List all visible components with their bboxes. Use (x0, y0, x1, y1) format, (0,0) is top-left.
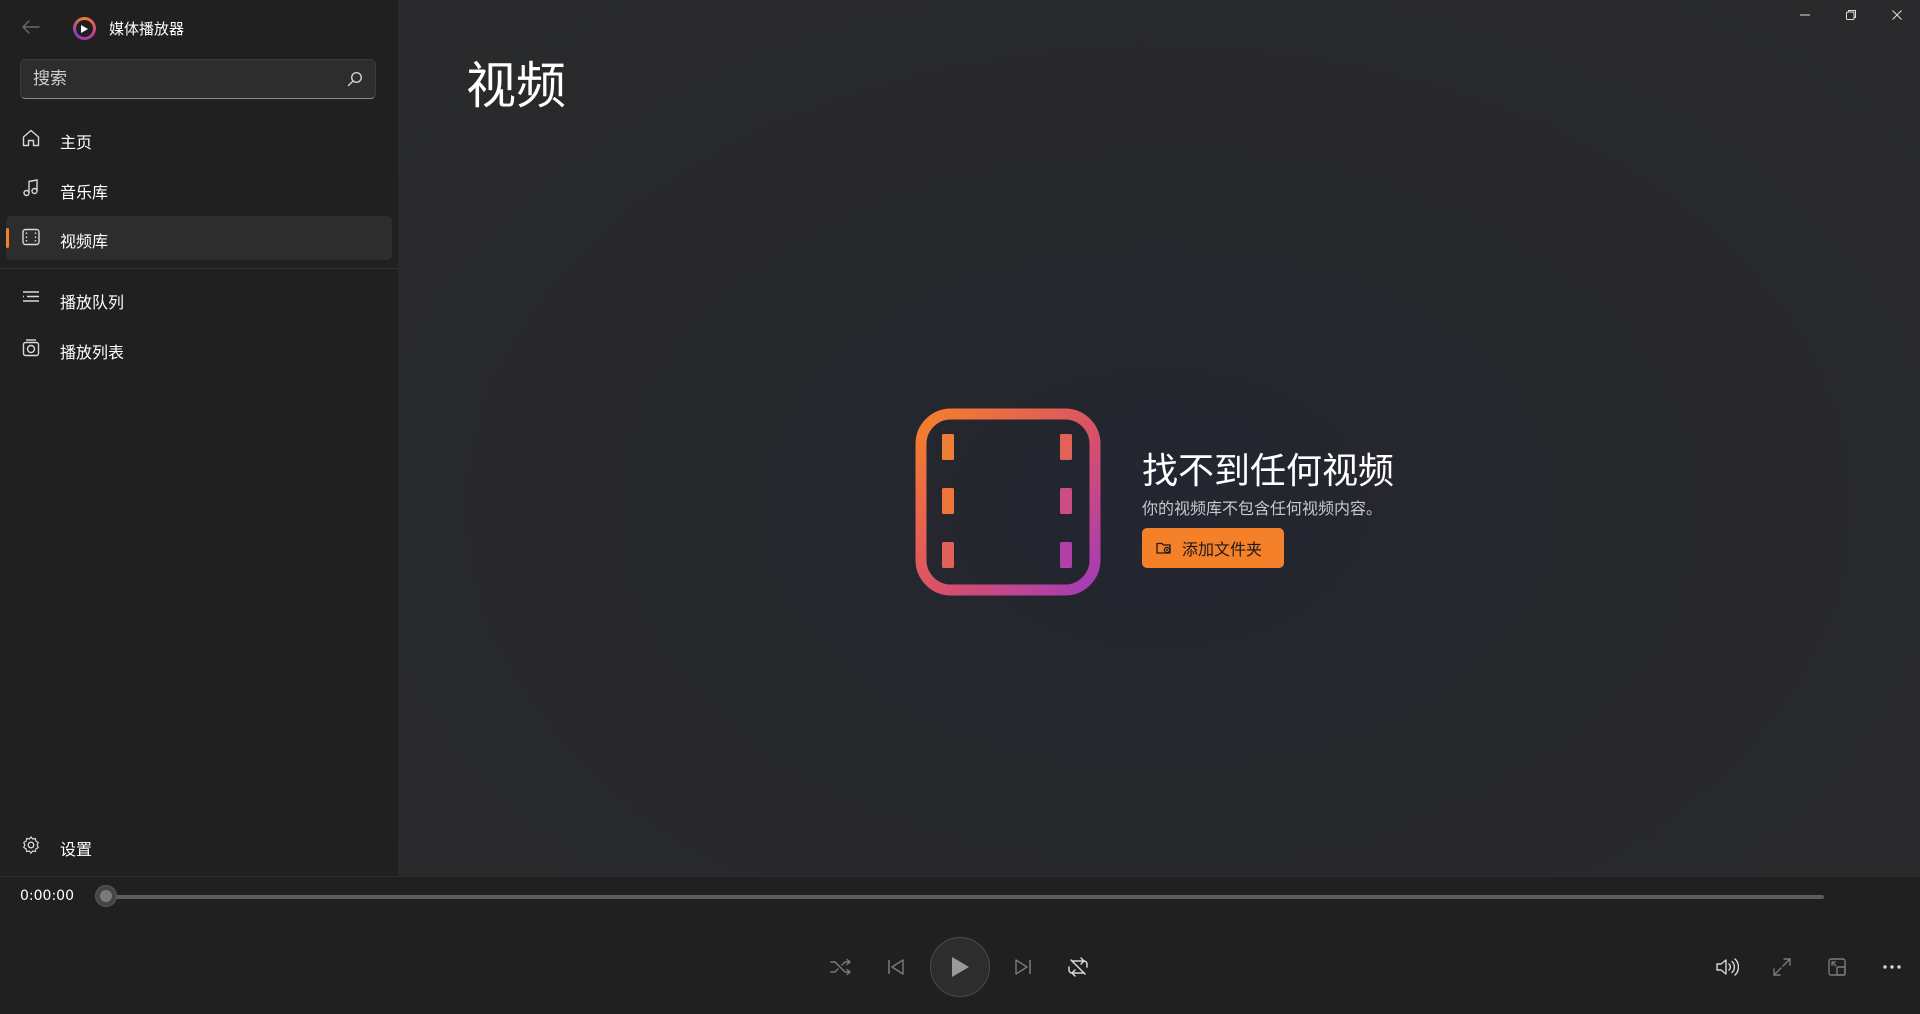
empty-state-description: 你的视频库不包含任何视频内容。 (1142, 499, 1383, 518)
empty-state: 找不到任何视频 你的视频库不包含任何视频内容。 添加文件夹 (915, 408, 1435, 596)
app-title: 媒体播放器 (109, 20, 185, 38)
mini-player-icon (1828, 958, 1846, 976)
play-icon (952, 957, 969, 977)
minimize-icon (1800, 14, 1810, 16)
next-icon (1015, 959, 1031, 975)
volume-button[interactable] (1707, 947, 1747, 987)
window-controls (1782, 0, 1920, 30)
title-bar: 媒体播放器 (0, 0, 398, 56)
search-icon (347, 71, 363, 87)
close-button[interactable] (1874, 0, 1920, 30)
player-bar: 0:00:00 (0, 876, 1920, 1014)
sidebar-item-playlists[interactable]: 播放列表 (6, 327, 392, 371)
shuffle-icon (830, 958, 851, 976)
sidebar-item-label: 播放队列 (60, 293, 125, 312)
minimize-button[interactable] (1782, 0, 1828, 30)
play-button[interactable] (930, 937, 990, 997)
repeat-button[interactable] (1058, 947, 1098, 987)
media-player-window: 媒体播放器 主页 (0, 0, 1920, 1014)
add-folder-label: 添加文件夹 (1182, 542, 1263, 559)
sidebar-item-label: 播放列表 (60, 343, 125, 362)
sidebar-item-home[interactable]: 主页 (6, 117, 392, 161)
fullscreen-icon (1773, 958, 1791, 976)
sidebar-item-play-queue[interactable]: 播放队列 (6, 277, 392, 321)
back-button[interactable] (18, 14, 44, 40)
more-options-button[interactable] (1872, 947, 1912, 987)
search-box (20, 59, 376, 99)
sidebar-item-video-library[interactable]: 视频库 (6, 216, 392, 260)
restore-button[interactable] (1828, 0, 1874, 30)
shuffle-button[interactable] (821, 947, 861, 987)
add-folder-button[interactable]: 添加文件夹 (1142, 528, 1284, 568)
main-content: 视频 找不到任何视频 你的视频库不包含任何视频内容。 添加文件夹 (398, 0, 1920, 876)
seek-bar[interactable] (106, 895, 1824, 899)
home-icon (20, 127, 42, 149)
sidebar-item-label: 主页 (60, 133, 93, 152)
repeat-icon (1068, 957, 1088, 977)
restore-icon (1846, 10, 1856, 20)
gear-icon (20, 834, 42, 856)
volume-icon (1716, 958, 1739, 976)
next-button[interactable] (1003, 947, 1043, 987)
media-player-logo-icon (73, 17, 96, 40)
folder-add-icon (1156, 539, 1174, 557)
film-icon (20, 226, 42, 248)
film-strip-icon (915, 408, 1101, 596)
active-indicator (6, 228, 9, 248)
queue-list-icon (20, 287, 42, 309)
previous-button[interactable] (876, 947, 916, 987)
search-input[interactable] (21, 60, 331, 98)
playlist-icon (20, 337, 42, 359)
sidebar-divider (0, 268, 398, 269)
sidebar-item-settings[interactable]: 设置 (6, 824, 392, 868)
music-note-icon (20, 177, 42, 199)
sidebar-item-label: 音乐库 (60, 183, 109, 202)
sidebar-item-music-library[interactable]: 音乐库 (6, 167, 392, 211)
mini-player-button[interactable] (1817, 947, 1857, 987)
back-arrow-icon (22, 20, 40, 34)
previous-icon (888, 959, 904, 975)
current-time: 0:00:00 (20, 888, 74, 904)
seek-thumb[interactable] (95, 885, 117, 907)
fullscreen-button[interactable] (1762, 947, 1802, 987)
close-icon (1892, 10, 1902, 20)
page-title: 视频 (466, 57, 566, 115)
search-button[interactable] (345, 69, 365, 89)
sidebar-item-label: 设置 (60, 840, 93, 859)
empty-state-title: 找不到任何视频 (1142, 451, 1395, 492)
sidebar-item-label: 视频库 (60, 232, 109, 251)
more-icon (1883, 965, 1901, 969)
sidebar: 媒体播放器 主页 (0, 0, 398, 876)
